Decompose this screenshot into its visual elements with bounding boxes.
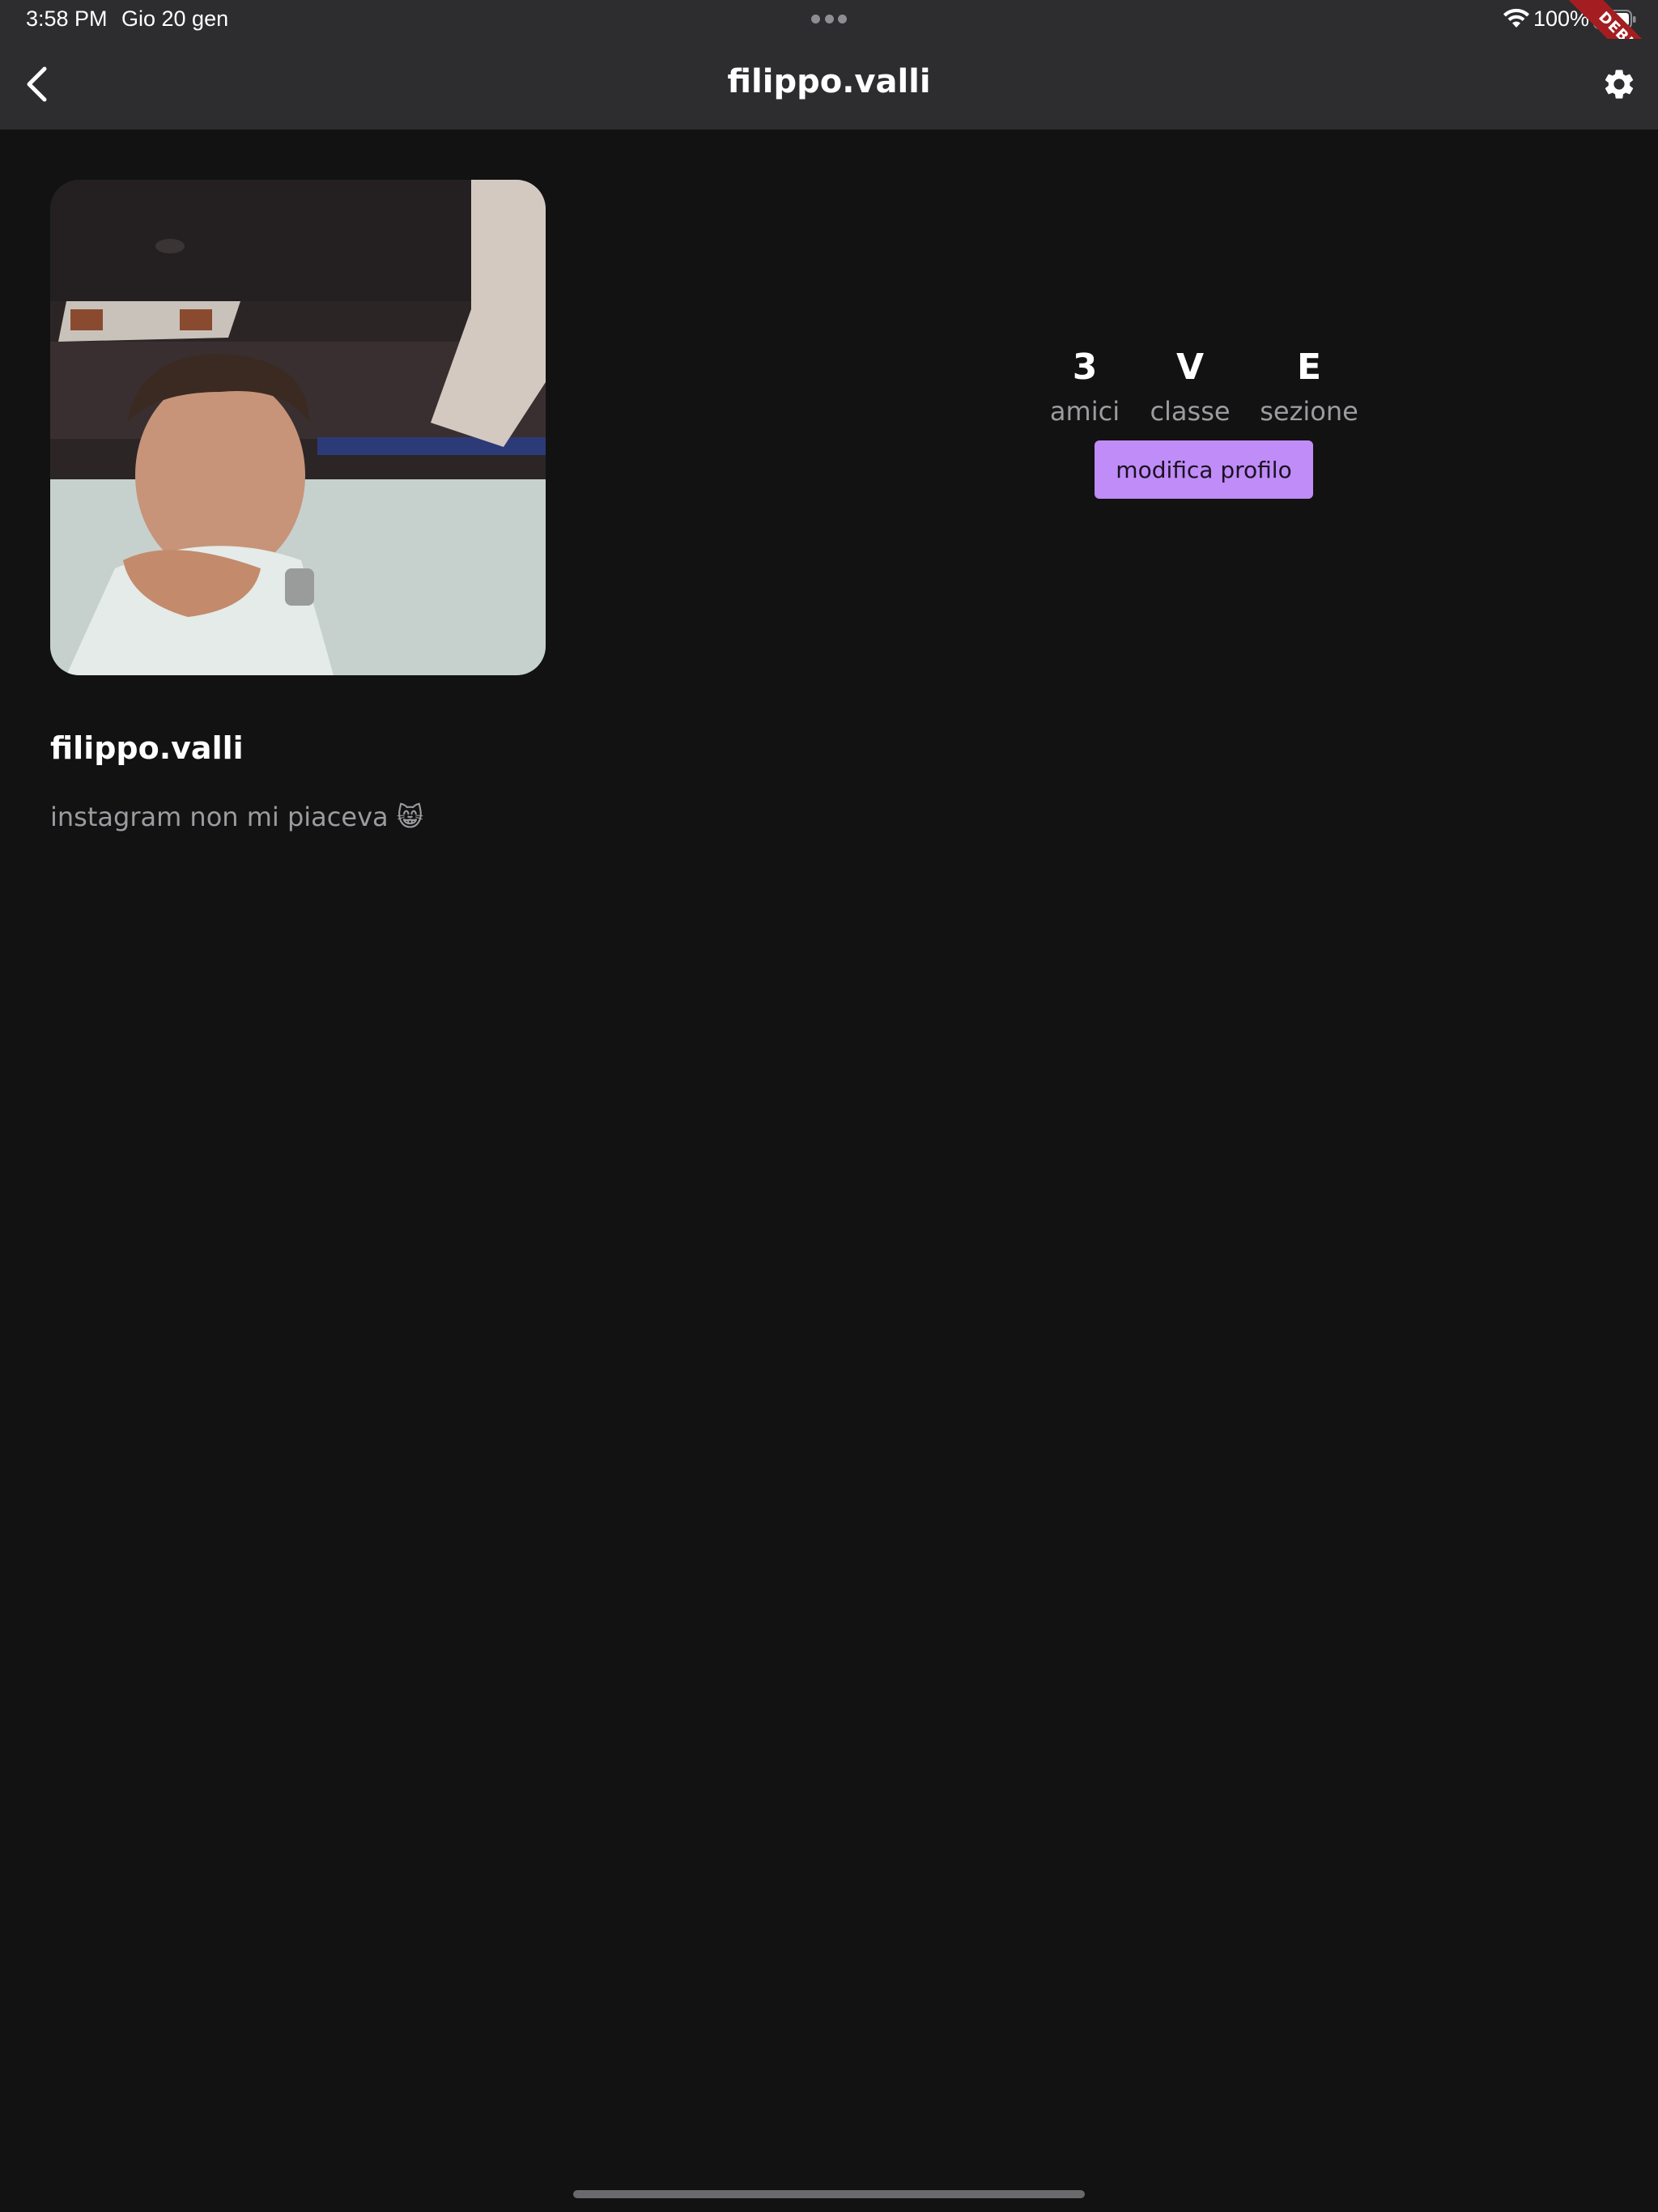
stat-class: V classe bbox=[1145, 347, 1235, 427]
avatar-photo bbox=[50, 180, 546, 675]
app-bar: filippo.valli bbox=[0, 39, 1658, 130]
stat-friends[interactable]: 3 amici bbox=[1044, 347, 1125, 427]
profile-screen: 3:58 PM Gio 20 gen 100% DEBUG filippo.va… bbox=[0, 0, 1658, 2212]
stat-class-value: V bbox=[1175, 347, 1205, 388]
profile-bio: instagram non mi piaceva 😸 bbox=[50, 802, 424, 832]
status-time: 3:58 PM bbox=[26, 6, 108, 31]
stat-section: E sezione bbox=[1256, 347, 1362, 427]
multitasking-dots-icon[interactable] bbox=[811, 15, 847, 24]
settings-button[interactable] bbox=[1600, 65, 1639, 104]
page-title: filippo.valli bbox=[727, 63, 931, 100]
avatar[interactable] bbox=[50, 180, 546, 675]
edit-profile-button[interactable]: modifica profilo bbox=[1095, 440, 1313, 499]
wifi-icon bbox=[1503, 8, 1529, 28]
home-indicator[interactable] bbox=[573, 2190, 1085, 2198]
stat-section-value: E bbox=[1296, 347, 1322, 388]
stat-section-label: sezione bbox=[1260, 396, 1358, 427]
stat-class-label: classe bbox=[1150, 396, 1231, 427]
status-date: Gio 20 gen bbox=[121, 6, 229, 31]
stat-friends-value: 3 bbox=[1072, 347, 1098, 388]
stat-friends-label: amici bbox=[1049, 396, 1120, 427]
profile-username: filippo.valli bbox=[50, 730, 244, 766]
gear-icon bbox=[1605, 70, 1634, 99]
status-bar: 3:58 PM Gio 20 gen 100% bbox=[0, 0, 1658, 39]
